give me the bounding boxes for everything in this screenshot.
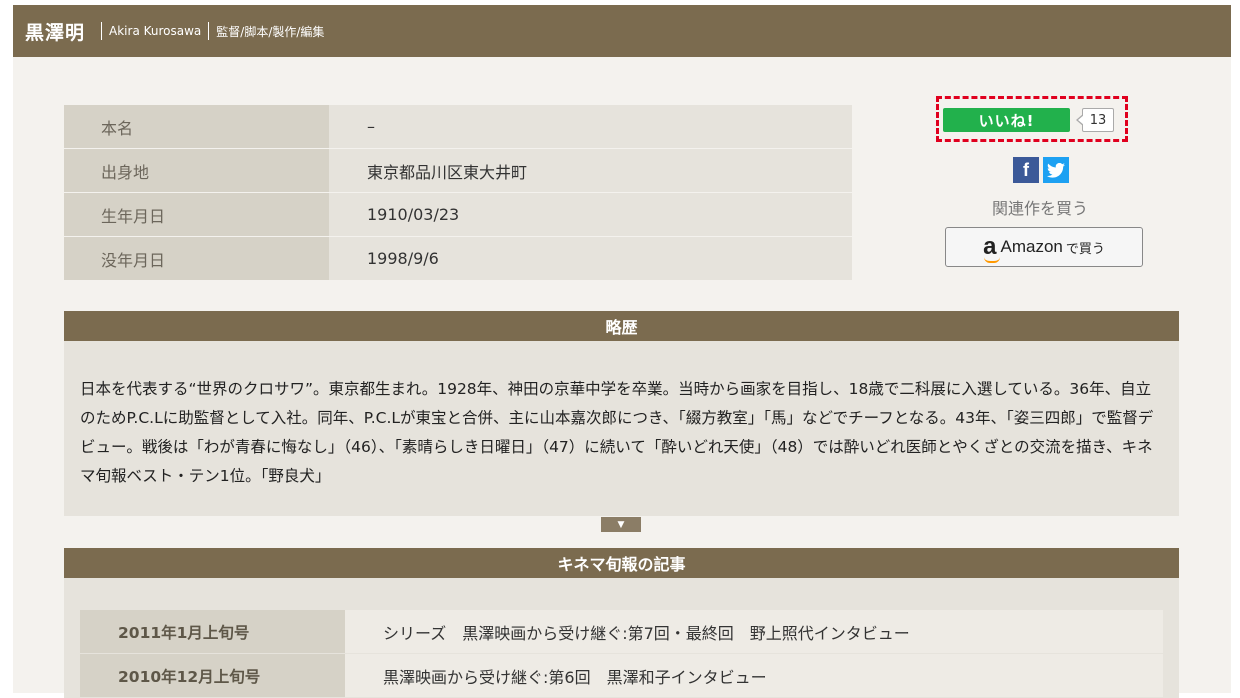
article-title-link[interactable]: シリーズ 黒澤映画から受け継ぐ:第7回・最終回 野上照代インタビュー [345, 610, 1163, 653]
page: 黒澤明 Akira Kurosawa 監督/脚本/製作/編集 本名 – 出身地 … [13, 5, 1231, 698]
like-count: 13 [1076, 108, 1114, 132]
like-highlight-box: いいね! 13 [936, 96, 1128, 142]
profile-table: 本名 – 出身地 東京都品川区東大井町 生年月日 1910/03/23 没年月日… [64, 105, 852, 281]
amazon-suffix: で買う [1065, 240, 1105, 256]
profile-value: 東京都品川区東大井町 [329, 149, 852, 192]
articles-heading: キネマ旬報の記事 [64, 548, 1179, 578]
bio-text: 日本を代表する“世界のクロサワ”。東京都生まれ。1928年、神田の京華中学を卒業… [64, 341, 1179, 516]
article-row[interactable]: 2010年12月上旬号 黒澤映画から受け継ぐ:第6回 黒澤和子インタビュー [80, 654, 1163, 697]
like-button[interactable]: いいね! [943, 108, 1070, 132]
person-name: 黒澤明 [25, 21, 86, 44]
related-works-label: 関連作を買う [991, 199, 1088, 218]
profile-label: 没年月日 [64, 237, 329, 280]
amazon-buy-button[interactable]: a Amazon で買う [945, 227, 1143, 267]
article-title-link[interactable]: 黒澤映画から受け継ぐ:第6回 黒澤和子インタビュー [345, 654, 1163, 697]
profile-value: 1910/03/23 [329, 193, 852, 236]
articles-list: 2011年1月上旬号 シリーズ 黒澤映画から受け継ぐ:第7回・最終回 野上照代イ… [64, 578, 1179, 698]
header-divider [101, 22, 103, 40]
share-buttons: f [1013, 157, 1069, 183]
person-header: 黒澤明 Akira Kurosawa 監督/脚本/製作/編集 [13, 5, 1231, 57]
article-row[interactable]: 2011年1月上旬号 シリーズ 黒澤映画から受け継ぐ:第7回・最終回 野上照代イ… [80, 610, 1163, 653]
facebook-icon[interactable]: f [1013, 157, 1039, 183]
profile-label: 出身地 [64, 149, 329, 192]
amazon-brand: Amazon [1000, 237, 1063, 256]
expand-bio-button[interactable]: ▼ [601, 517, 641, 532]
article-issue: 2010年12月上旬号 [80, 654, 345, 697]
profile-row: 没年月日 1998/9/6 [64, 237, 852, 280]
header-divider [208, 22, 210, 40]
profile-value: 1998/9/6 [329, 237, 852, 280]
person-romaji: Akira Kurosawa [109, 24, 202, 38]
profile-label: 本名 [64, 105, 329, 148]
bio-heading: 略歴 [64, 311, 1179, 341]
profile-row: 本名 – [64, 105, 852, 148]
twitter-icon[interactable] [1043, 157, 1069, 183]
twitter-bird-icon [1047, 162, 1065, 178]
profile-row: 出身地 東京都品川区東大井町 [64, 149, 852, 192]
person-roles: 監督/脚本/製作/編集 [216, 24, 325, 39]
profile-label: 生年月日 [64, 193, 329, 236]
profile-row: 生年月日 1910/03/23 [64, 193, 852, 236]
article-issue: 2011年1月上旬号 [80, 610, 345, 653]
profile-value: – [329, 105, 852, 148]
amazon-logo-icon: a [983, 233, 1001, 263]
